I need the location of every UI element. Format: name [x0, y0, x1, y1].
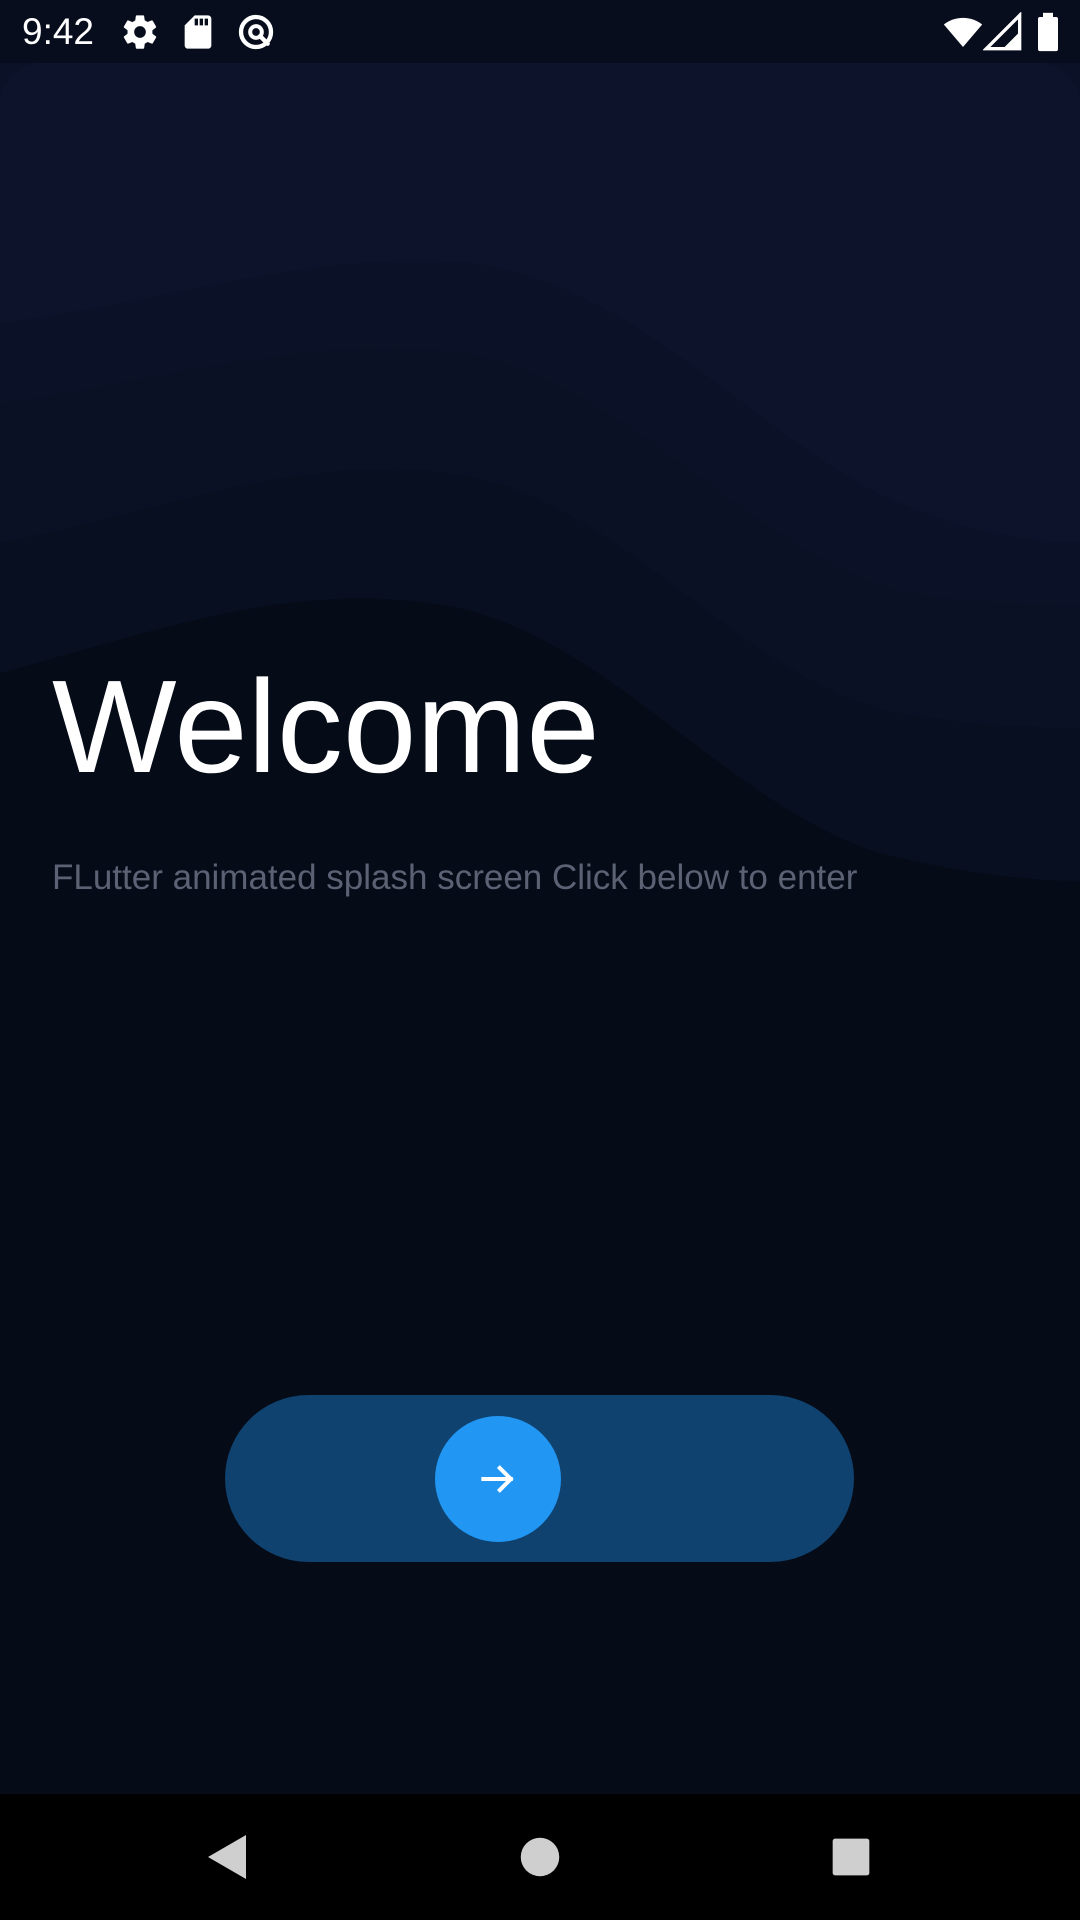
welcome-title: Welcome: [52, 653, 600, 800]
app-screen: 9:42 Welcome FLutter animated splash scr…: [0, 0, 1080, 1920]
arrow-right-icon: [481, 1465, 514, 1493]
data-saver-icon: [238, 14, 274, 50]
subtitle-text: FLutter animated splash screen Click bel…: [52, 858, 858, 897]
gear-icon: [123, 15, 157, 49]
status-bar: 9:42: [0, 0, 1080, 63]
navigation-bar: [0, 1794, 1080, 1920]
home-button[interactable]: [510, 1827, 570, 1887]
enter-slider-track[interactable]: [225, 1395, 854, 1562]
recents-icon: [832, 1838, 870, 1876]
recents-button[interactable]: [821, 1827, 881, 1887]
back-button[interactable]: [196, 1827, 256, 1887]
wifi-icon: [943, 17, 983, 47]
home-icon: [520, 1837, 560, 1877]
cell-signal-icon: [983, 12, 1022, 51]
battery-icon: [1038, 12, 1058, 52]
status-time: 9:42: [22, 11, 95, 52]
sd-card-icon: [184, 15, 212, 49]
enter-slider-knob[interactable]: [435, 1416, 561, 1542]
back-icon: [208, 1835, 246, 1879]
